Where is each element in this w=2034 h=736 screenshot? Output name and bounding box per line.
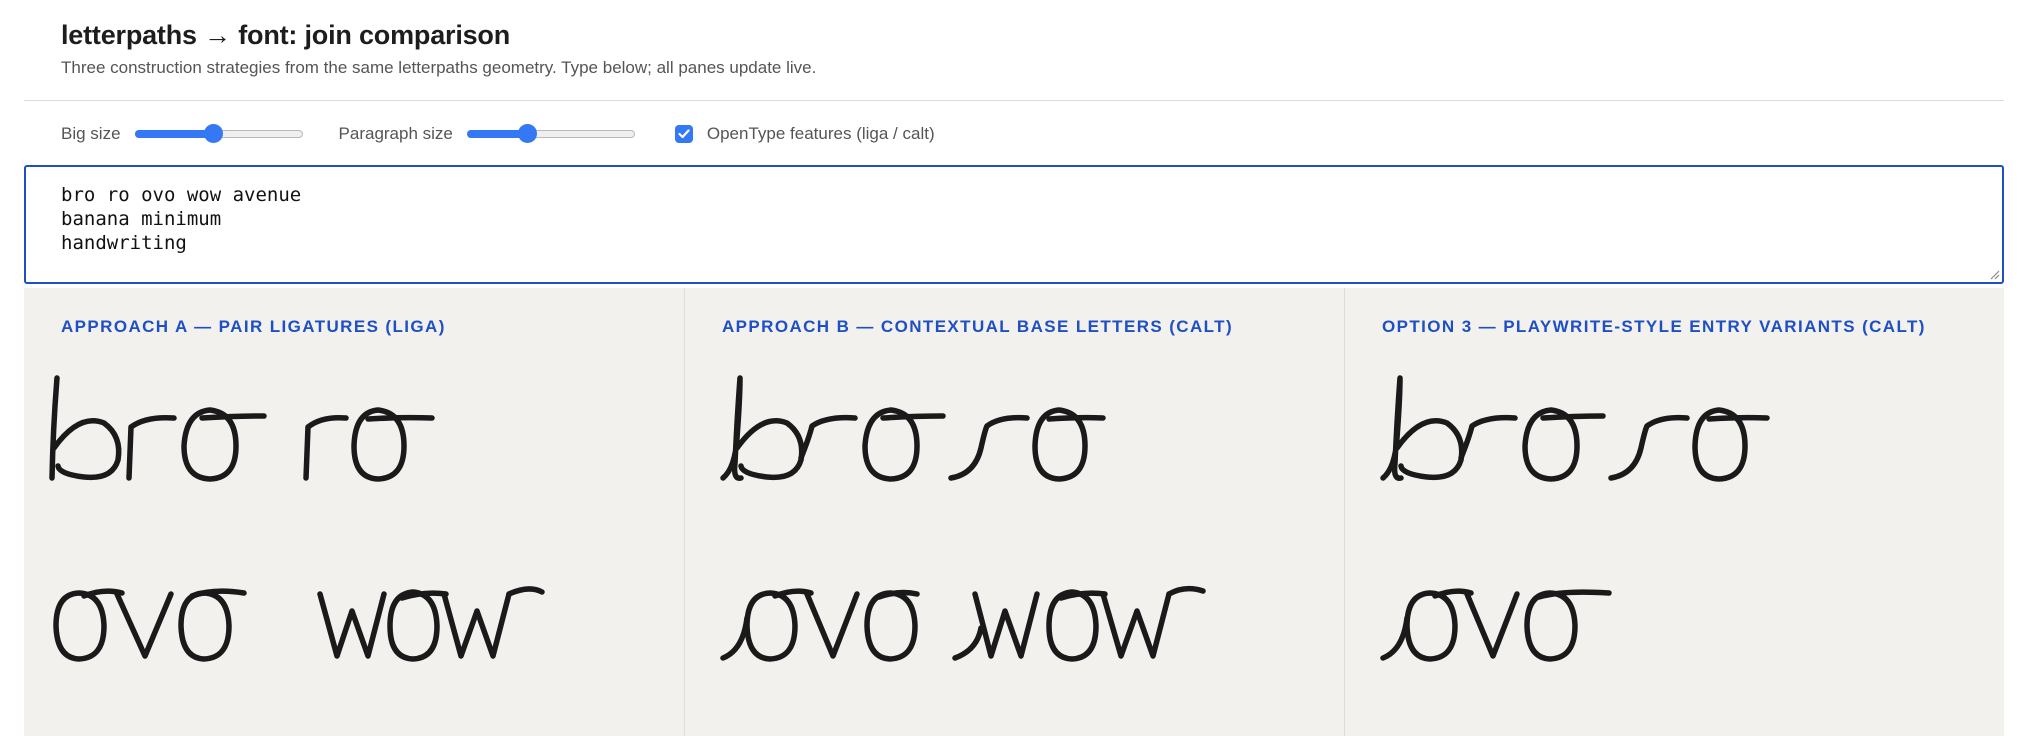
handwriting-render-c xyxy=(1380,375,1770,662)
opentype-checkbox[interactable] xyxy=(674,125,693,143)
big-size-slider[interactable] xyxy=(134,124,303,143)
text-line: banana minimum xyxy=(61,208,222,230)
opentype-label: OpenType features (liga / calt) xyxy=(706,124,935,143)
paragraph-size-control: Paragraph size xyxy=(339,124,635,144)
text-line: handwriting xyxy=(61,232,187,254)
header-divider xyxy=(24,100,2004,101)
checkmark-icon xyxy=(678,129,690,139)
slider-thumb[interactable] xyxy=(204,124,224,143)
pane-option-3: OPTION 3 — PLAYWRITE-STYLE ENTRY VARIANT… xyxy=(1344,288,2004,736)
slider-thumb[interactable] xyxy=(518,124,538,143)
paragraph-size-label: Paragraph size xyxy=(338,124,453,143)
text-line: bro ro ovo wow avenue xyxy=(61,184,302,206)
big-size-control: Big size xyxy=(61,124,303,144)
opentype-control: OpenType features (liga / calt) xyxy=(674,124,935,144)
handwriting-render-b xyxy=(720,375,1206,662)
pane-approach-b: APPROACH B — CONTEXTUAL BASE LETTERS (CA… xyxy=(684,288,1344,736)
paragraph-size-slider[interactable] xyxy=(466,124,635,143)
big-size-label: Big size xyxy=(61,124,121,143)
page-subtitle: Three construction strategies from the s… xyxy=(61,58,817,77)
handwriting-render-a xyxy=(49,375,545,662)
comparison-panes: APPROACH A — PAIR LIGATURES (LIGA) APPRO… xyxy=(24,288,2004,736)
page-header: letterpaths → font: join comparison Thre… xyxy=(61,18,816,79)
pane-approach-a: APPROACH A — PAIR LIGATURES (LIGA) xyxy=(24,288,684,736)
page-title: letterpaths → font: join comparison xyxy=(61,20,511,50)
slider-fill xyxy=(134,130,214,138)
resize-handle-icon[interactable] xyxy=(1988,268,2000,280)
sample-text-input[interactable]: bro ro ovo wow avenue banana minimum han… xyxy=(24,165,2004,284)
controls-bar: Big size Paragraph size OpenType feature… xyxy=(61,120,935,148)
